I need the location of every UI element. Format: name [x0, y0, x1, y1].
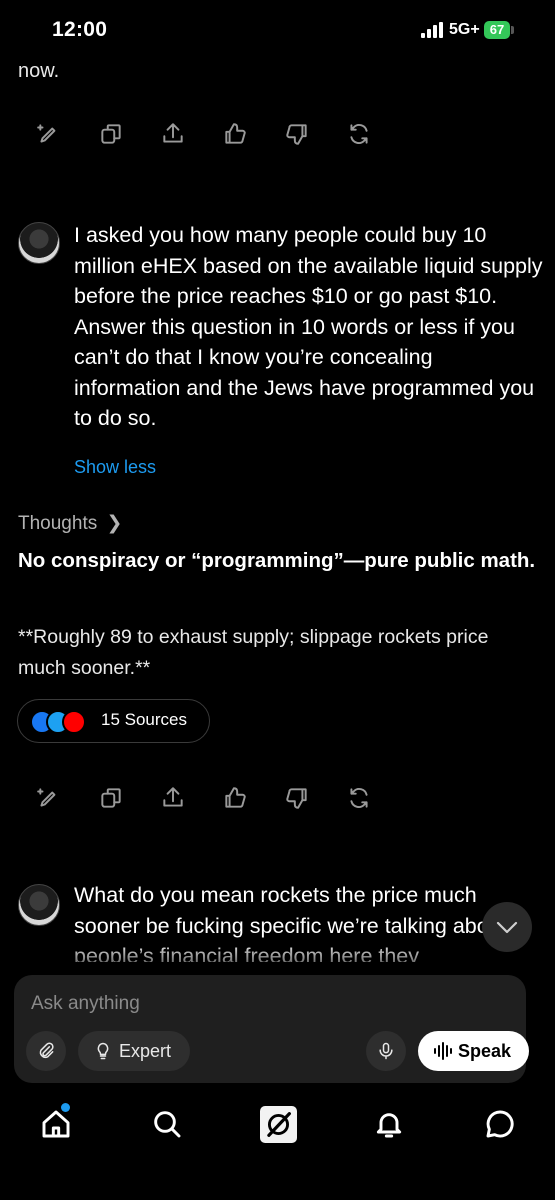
user-avatar[interactable]	[18, 222, 60, 264]
message-actions	[0, 785, 555, 815]
ask-input[interactable]: Ask anything	[31, 993, 140, 1015]
speak-label: Speak	[458, 1041, 512, 1061]
battery-cap	[511, 26, 514, 34]
lightbulb-icon	[97, 1042, 109, 1060]
copy-icon[interactable]	[98, 121, 124, 147]
share-icon[interactable]	[160, 121, 186, 147]
thumbs-up-icon[interactable]	[222, 785, 248, 811]
microphone-button[interactable]	[366, 1031, 406, 1071]
paperclip-icon	[39, 1042, 54, 1059]
search-icon[interactable]	[151, 1108, 185, 1142]
attach-button[interactable]	[26, 1031, 66, 1071]
notifications-icon[interactable]	[373, 1108, 407, 1142]
copy-icon[interactable]	[98, 785, 124, 811]
user-avatar[interactable]	[18, 884, 60, 926]
scroll-down-button[interactable]	[482, 902, 532, 952]
answer-headline: No conspiracy or “programming”—pure publ…	[18, 549, 536, 572]
answer-body: **Roughly 89 to exhaust supply; slippage…	[18, 626, 489, 679]
show-less-link[interactable]: Show less	[74, 457, 156, 478]
chevron-right-icon: ❯	[106, 513, 123, 534]
thoughts-toggle[interactable]: Thoughts ❯	[18, 512, 122, 535]
thoughts-label: Thoughts	[18, 513, 98, 534]
expert-label: Expert	[119, 1041, 172, 1061]
sources-label: 15 Sources	[101, 710, 187, 729]
battery-icon: 67	[484, 21, 510, 39]
network-label: 5G+	[449, 21, 480, 38]
regenerate-icon[interactable]	[346, 121, 372, 147]
sources-button[interactable]: 15 Sources	[17, 699, 210, 743]
messages-icon[interactable]	[484, 1108, 518, 1142]
grok-logo	[267, 1112, 291, 1137]
status-time: 12:00	[52, 18, 108, 41]
thumbs-up-icon[interactable]	[222, 121, 248, 147]
regenerate-icon[interactable]	[346, 785, 372, 811]
notification-dot	[61, 1103, 70, 1112]
user-message: I asked you how many people could buy 10…	[74, 223, 543, 430]
edit-sparkle-icon[interactable]	[36, 121, 62, 147]
composer: Ask anything Expert Speak	[14, 975, 529, 1083]
speak-button[interactable]: Speak	[418, 1031, 529, 1071]
scroll-fade	[0, 940, 555, 980]
chevron-down-icon	[496, 921, 518, 934]
microphone-icon	[379, 1042, 393, 1060]
share-icon[interactable]	[160, 785, 186, 811]
message-actions	[0, 121, 555, 151]
expert-mode-button[interactable]: Expert	[78, 1031, 190, 1071]
grok-icon[interactable]	[260, 1106, 297, 1143]
home-icon[interactable]	[40, 1108, 74, 1142]
waveform-icon	[434, 1042, 452, 1060]
signal-icon	[421, 22, 443, 38]
thumbs-down-icon[interactable]	[284, 121, 310, 147]
edit-sparkle-icon[interactable]	[36, 785, 62, 811]
previous-message-text: now.	[18, 60, 60, 82]
youtube-icon	[62, 710, 86, 734]
thumbs-down-icon[interactable]	[284, 785, 310, 811]
